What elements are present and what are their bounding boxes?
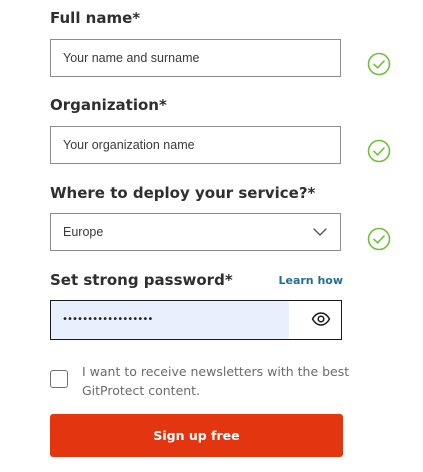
organization-input[interactable]	[51, 127, 340, 163]
eye-icon[interactable]	[311, 311, 331, 327]
full-name-label: Full name*	[50, 9, 141, 27]
sign-up-button[interactable]: Sign up free	[50, 414, 343, 457]
check-circle-icon	[367, 139, 391, 163]
full-name-field[interactable]	[50, 39, 341, 77]
password-field[interactable]: ••••••••••••••••••	[50, 300, 342, 340]
learn-how-link[interactable]: Learn how	[278, 274, 343, 287]
password-masked-value: ••••••••••••••••••	[62, 314, 153, 325]
newsletter-checkbox[interactable]	[50, 370, 68, 388]
deploy-select[interactable]: Europe	[50, 213, 341, 251]
deploy-label: Where to deploy your service?*	[50, 184, 316, 202]
full-name-input[interactable]	[51, 40, 340, 76]
organization-field[interactable]	[50, 126, 341, 164]
chevron-down-icon	[313, 228, 327, 236]
newsletter-label: I want to receive newsletters with the b…	[82, 364, 350, 398]
password-label: Set strong password*	[50, 271, 233, 289]
check-circle-icon	[367, 227, 391, 251]
organization-label: Organization*	[50, 96, 167, 114]
check-circle-icon	[367, 52, 391, 76]
deploy-selected-value: Europe	[63, 225, 104, 239]
